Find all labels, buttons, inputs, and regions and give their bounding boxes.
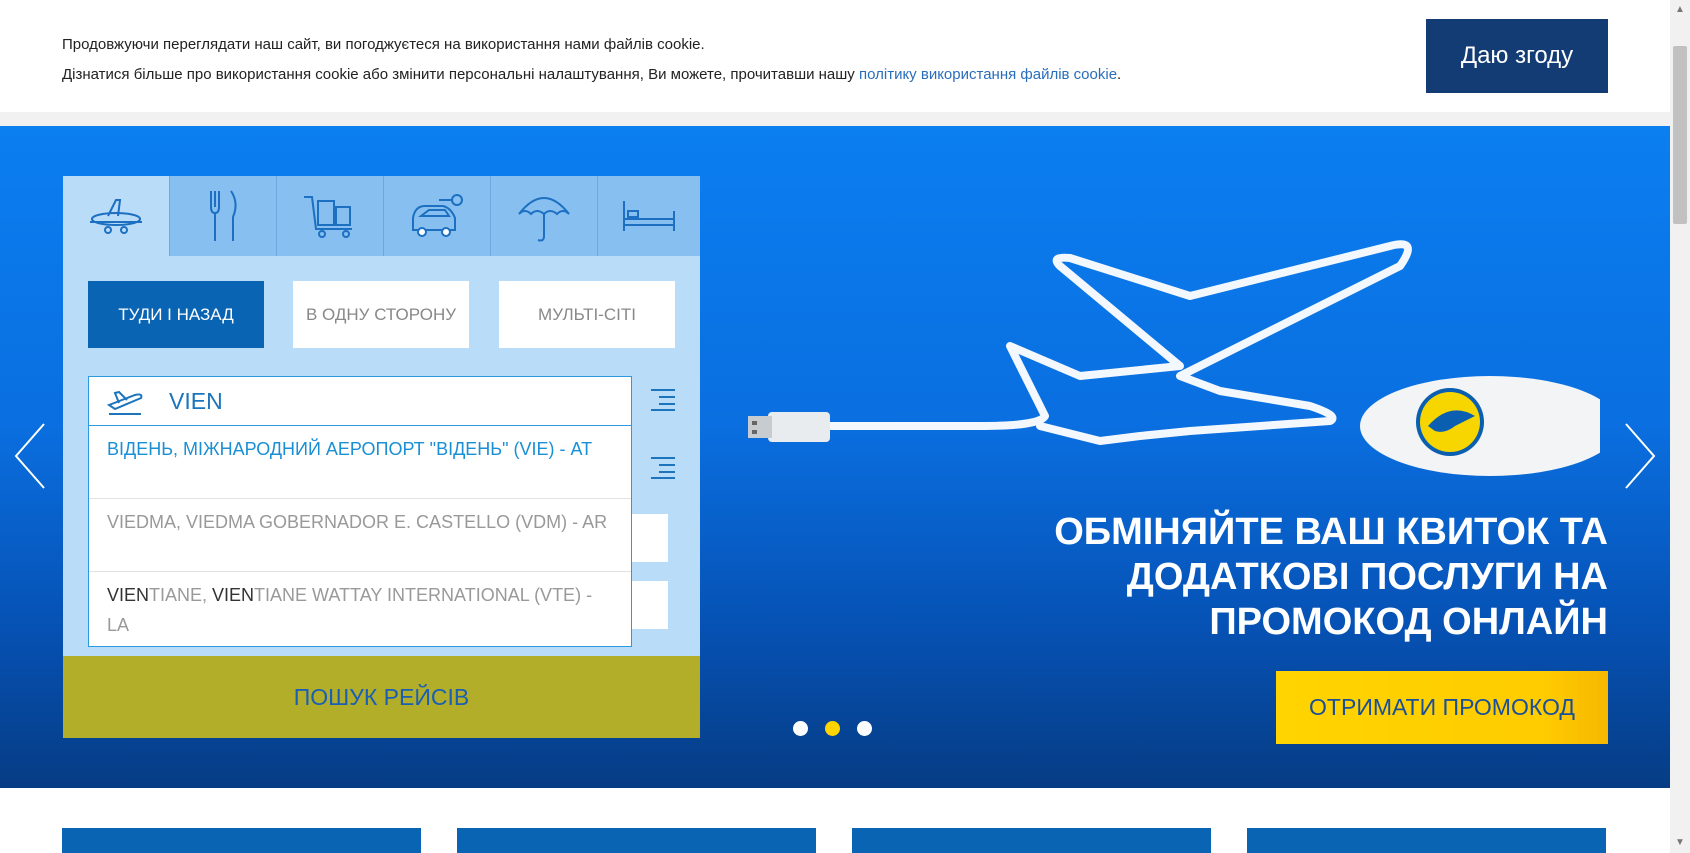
carousel-dot-1[interactable]: [793, 721, 808, 736]
cookie-banner: Продовжуючи переглядати наш сайт, ви пог…: [0, 0, 1670, 112]
tab-car-rental[interactable]: [384, 176, 491, 256]
scroll-down-icon[interactable]: ▼: [1674, 837, 1686, 849]
destination-list-icon[interactable]: [649, 456, 677, 480]
header-divider: [0, 112, 1670, 126]
origin-input[interactable]: [169, 385, 599, 417]
service-tabs: [63, 176, 700, 256]
info-tile-2[interactable]: [457, 828, 816, 853]
carousel-prev-icon[interactable]: [10, 416, 50, 496]
page-scrollbar[interactable]: ▲ ▼: [1670, 0, 1690, 853]
origin-list-icon[interactable]: [649, 388, 677, 412]
agree-button[interactable]: Даю згоду: [1426, 19, 1608, 93]
umbrella-icon: [518, 197, 570, 242]
suggestion-item[interactable]: VIENTIANE, VIENTIANE WATTAY INTERNATIONA…: [89, 572, 631, 645]
scroll-thumb[interactable]: [1673, 46, 1687, 224]
cookie-text: Продовжуючи переглядати наш сайт, ви пог…: [62, 30, 1121, 90]
multi-city-button[interactable]: МУЛЬТІ-СІТІ: [499, 281, 675, 348]
suggestion-item[interactable]: VIEDMA, VIEDMA GOBERNADOR E. CASTELLO (V…: [89, 499, 631, 572]
fork-knife-icon: [210, 190, 237, 241]
round-trip-button[interactable]: ТУДИ І НАЗАД: [88, 281, 264, 348]
booking-widget: ТУДИ І НАЗАД В ОДНУ СТОРОНУ МУЛЬТІ-СІТІ …: [63, 176, 700, 738]
car-key-icon: [412, 194, 463, 237]
hero-title: ОБМІНЯЙТЕ ВАШ КВИТОК ТА ДОДАТКОВІ ПОСЛУГ…: [1054, 511, 1608, 643]
one-way-button[interactable]: В ОДНУ СТОРОНУ: [293, 281, 469, 348]
info-tile-4[interactable]: [1247, 828, 1606, 853]
cookie-line-2: Дізнатися більше про використання cookie…: [62, 66, 1122, 83]
carousel-next-icon[interactable]: [1620, 416, 1660, 496]
origin-field[interactable]: [88, 376, 632, 426]
tab-baggage[interactable]: [277, 176, 384, 256]
takeoff-icon: [106, 390, 143, 415]
scroll-up-icon[interactable]: ▲: [1674, 4, 1686, 16]
carousel-dots: [793, 721, 872, 736]
suggestion-item[interactable]: ВІДЕНЬ, МІЖНАРОДНИЙ АЕРОПОРТ "ВІДЕНЬ" (V…: [89, 426, 631, 499]
carousel-dot-2[interactable]: [825, 721, 840, 736]
info-tile-3[interactable]: [852, 828, 1211, 853]
tab-flights[interactable]: [63, 176, 170, 256]
search-flights-button[interactable]: ПОШУК РЕЙСІВ: [63, 656, 700, 738]
cookie-policy-link[interactable]: політику використання файлів cookie: [859, 66, 1117, 83]
carousel-dot-3[interactable]: [857, 721, 872, 736]
bed-icon: [623, 201, 675, 231]
baggage-cart-icon: [304, 196, 352, 238]
tab-insurance[interactable]: [491, 176, 598, 256]
airplane-icon: [90, 199, 142, 234]
cookie-line-1: Продовжуючи переглядати наш сайт, ви пог…: [62, 36, 705, 53]
tab-dining[interactable]: [170, 176, 277, 256]
info-tile-1[interactable]: [62, 828, 421, 853]
tab-hotel[interactable]: [598, 176, 700, 256]
get-promocode-button[interactable]: ОТРИМАТИ ПРОМОКОД: [1276, 671, 1608, 744]
airport-suggestions: ВІДЕНЬ, МІЖНАРОДНИЙ АЕРОПОРТ "ВІДЕНЬ" (V…: [88, 426, 632, 647]
